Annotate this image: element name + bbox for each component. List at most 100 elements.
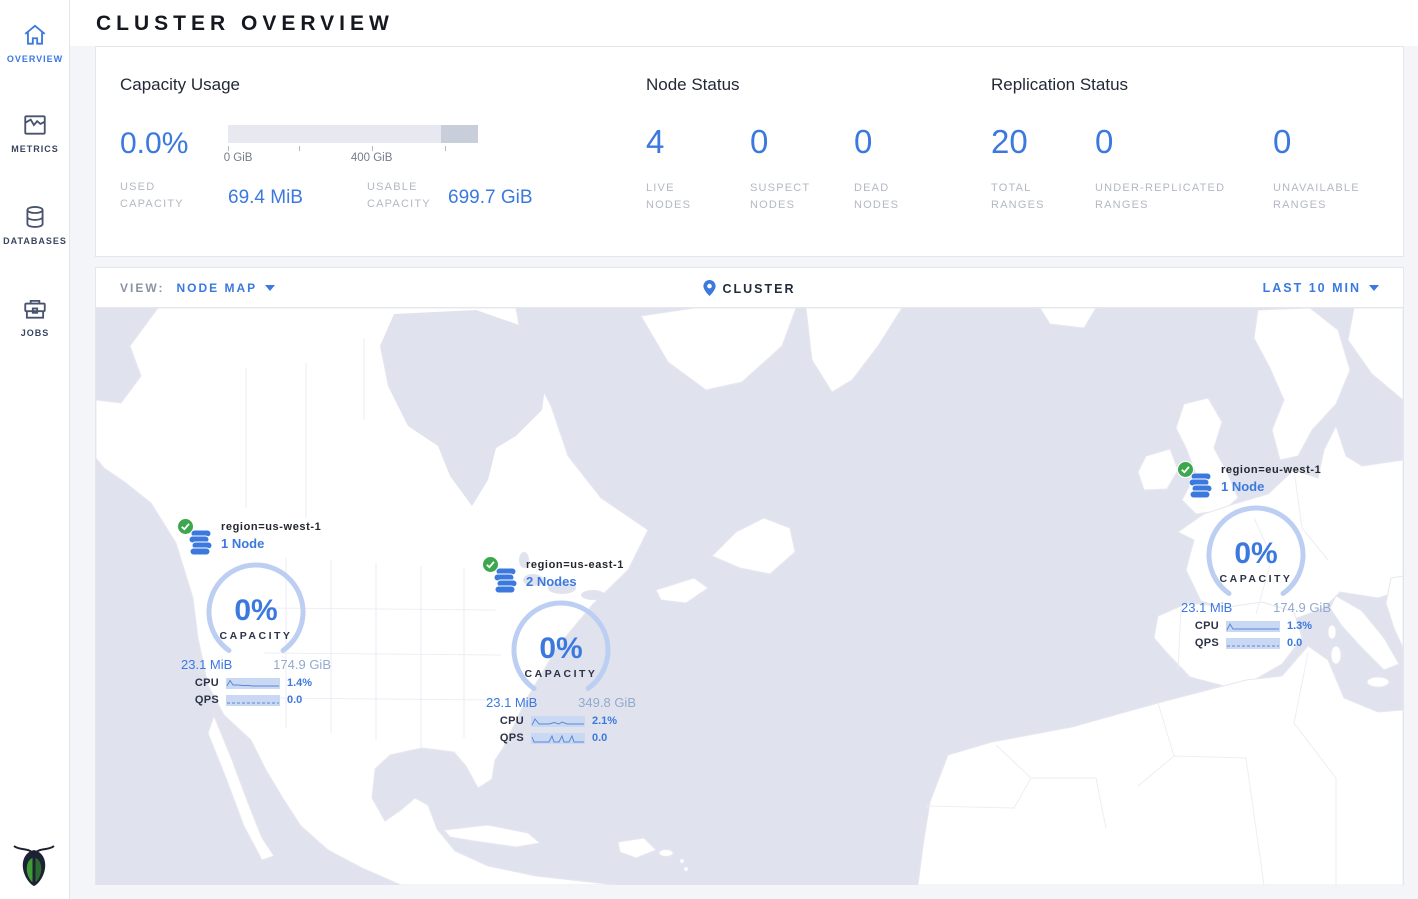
replication-status-section: Replication Status 20 TOTAL RANGES 0 UND…	[991, 75, 1403, 226]
axis-tick-label: 400 GiB	[351, 152, 393, 164]
unavailable-ranges-label: UNAVAILABLE RANGES	[1273, 180, 1373, 214]
capacity-bar-reserved-segment	[441, 125, 479, 143]
qps-label: QPS	[191, 694, 219, 706]
qps-row: QPS 0.0	[486, 732, 636, 744]
capacity-usage-title: Capacity Usage	[120, 75, 646, 95]
capacity-used-value: 23.1 MiB	[181, 657, 232, 672]
qps-row: QPS 0.0	[1181, 637, 1331, 649]
cluster-summary-panel: Capacity Usage 0.0% 0 GiB 400 GiB	[95, 46, 1404, 257]
locality-region-label[interactable]: region=us-east-1	[526, 559, 624, 571]
locality-region-label[interactable]: region=eu-west-1	[1221, 464, 1321, 476]
gauge-label: CAPACITY	[1220, 573, 1293, 585]
qps-value: 0.0	[1287, 637, 1321, 649]
qps-value: 0.0	[287, 694, 321, 706]
node-map-panel: VIEW: NODE MAP CLUSTER LAST 10 MIN	[95, 267, 1404, 885]
used-capacity-label: USED CAPACITY	[120, 179, 200, 213]
home-icon	[0, 22, 70, 48]
cpu-row: CPU 1.3%	[1181, 620, 1331, 632]
location-pin-icon	[703, 280, 716, 296]
qps-sparkline	[226, 695, 280, 706]
dead-nodes-label: DEAD NODES	[854, 180, 916, 214]
under-replicated-ranges-label: UNDER-REPLICATED RANGES	[1095, 180, 1255, 214]
breadcrumb: CLUSTER	[96, 280, 1403, 296]
view-label: VIEW:	[120, 281, 164, 295]
capacity-usage-section: Capacity Usage 0.0% 0 GiB 400 GiB	[120, 75, 646, 226]
locality-node-count-link[interactable]: 1 Node	[1221, 479, 1321, 494]
sidebar-item-jobs[interactable]: JOBS	[0, 282, 70, 348]
capacity-axis: 0 GiB 400 GiB	[228, 143, 480, 165]
node-status-section: Node Status 4 LIVE NODES 0 SUSPECT NODES…	[646, 75, 991, 226]
qps-value: 0.0	[592, 732, 626, 744]
view-selector-dropdown[interactable]: NODE MAP	[176, 281, 275, 295]
gauge-label: CAPACITY	[525, 668, 598, 680]
live-nodes-label: LIVE NODES	[646, 180, 708, 214]
replication-status-title: Replication Status	[991, 75, 1403, 95]
map-view-bar: VIEW: NODE MAP CLUSTER LAST 10 MIN	[96, 268, 1403, 308]
capacity-total-value: 349.8 GiB	[578, 695, 636, 710]
locality-marker-eu-west-1[interactable]: region=eu-west-1 1 Node 0% CAPACITY 23.1…	[1181, 463, 1331, 649]
locality-node-count-link[interactable]: 1 Node	[221, 536, 321, 551]
qps-label: QPS	[496, 732, 524, 744]
usable-capacity-label: USABLE CAPACITY	[367, 179, 447, 213]
capacity-total-value: 174.9 GiB	[1273, 600, 1331, 615]
dead-nodes-stat: 0 DEAD NODES	[854, 125, 958, 214]
chevron-down-icon	[265, 285, 275, 291]
qps-row: QPS 0.0	[181, 694, 331, 706]
node-map-canvas: region=us-west-1 1 Node 0% CAPACITY 23.1…	[96, 308, 1403, 885]
page-title: CLUSTER OVERVIEW	[70, 0, 1418, 46]
locality-region-label[interactable]: region=us-west-1	[221, 521, 321, 533]
live-nodes-stat: 4 LIVE NODES	[646, 125, 750, 214]
capacity-gauge: 0% CAPACITY	[1181, 503, 1331, 602]
suspect-nodes-value: 0	[750, 125, 846, 158]
main-content: CLUSTER OVERVIEW Capacity Usage 0.0% 0 G…	[70, 0, 1418, 899]
capacity-used-value: 23.1 MiB	[486, 695, 537, 710]
under-replicated-ranges-value: 0	[1095, 125, 1265, 158]
axis-tick-label: 0 GiB	[224, 152, 253, 164]
dead-nodes-value: 0	[854, 125, 950, 158]
cpu-row: CPU 1.4%	[181, 677, 331, 689]
cpu-row: CPU 2.1%	[486, 715, 636, 727]
cpu-value: 1.3%	[1287, 620, 1321, 632]
qps-sparkline	[1226, 638, 1280, 649]
locality-node-count-link[interactable]: 2 Nodes	[526, 574, 624, 589]
sidebar-item-label: JOBS	[0, 328, 70, 338]
view-selector-value: NODE MAP	[176, 281, 257, 295]
node-status-title: Node Status	[646, 75, 991, 95]
sidebar-item-metrics[interactable]: METRICS	[0, 98, 70, 164]
cpu-value: 2.1%	[592, 715, 626, 727]
time-range-dropdown[interactable]: LAST 10 MIN	[1263, 281, 1379, 295]
unavailable-ranges-stat: 0 UNAVAILABLE RANGES	[1273, 125, 1403, 214]
cockroachdb-logo	[11, 841, 57, 889]
cpu-sparkline	[531, 716, 585, 727]
suspect-nodes-label: SUSPECT NODES	[750, 180, 820, 214]
capacity-percent: 0.0%	[120, 125, 228, 165]
locality-marker-us-east-1[interactable]: region=us-east-1 2 Nodes 0% CAPACITY 23.…	[486, 558, 636, 744]
capacity-gauge: 0% CAPACITY	[486, 598, 636, 697]
capacity-gauge: 0% CAPACITY	[181, 560, 331, 659]
under-replicated-ranges-stat: 0 UNDER-REPLICATED RANGES	[1095, 125, 1273, 214]
sidebar: OVERVIEW METRICS DATABASES JOBS	[0, 0, 70, 899]
capacity-used-value: 23.1 MiB	[1181, 600, 1232, 615]
capacity-bar	[228, 125, 478, 143]
total-ranges-stat: 20 TOTAL RANGES	[991, 125, 1095, 214]
gauge-percent: 0%	[234, 594, 277, 627]
cpu-label: CPU	[191, 677, 219, 689]
database-stack-icon	[1189, 473, 1213, 504]
gauge-label: CAPACITY	[220, 630, 293, 642]
breadcrumb-scope: CLUSTER	[722, 282, 795, 296]
gauge-percent: 0%	[1234, 537, 1277, 570]
database-icon	[0, 204, 70, 230]
capacity-total-value: 174.9 GiB	[273, 657, 331, 672]
cpu-sparkline	[1226, 621, 1280, 632]
sidebar-item-overview[interactable]: OVERVIEW	[0, 8, 70, 74]
chevron-down-icon	[1369, 285, 1379, 291]
sidebar-item-databases[interactable]: DATABASES	[0, 190, 70, 256]
qps-label: QPS	[1191, 637, 1219, 649]
database-stack-icon	[189, 530, 213, 561]
locality-marker-us-west-1[interactable]: region=us-west-1 1 Node 0% CAPACITY 23.1…	[181, 520, 331, 706]
cpu-label: CPU	[496, 715, 524, 727]
cpu-sparkline	[226, 678, 280, 689]
used-capacity-value: 69.4 MiB	[228, 187, 367, 209]
database-stack-icon	[494, 568, 518, 599]
sidebar-item-label: OVERVIEW	[0, 54, 70, 64]
